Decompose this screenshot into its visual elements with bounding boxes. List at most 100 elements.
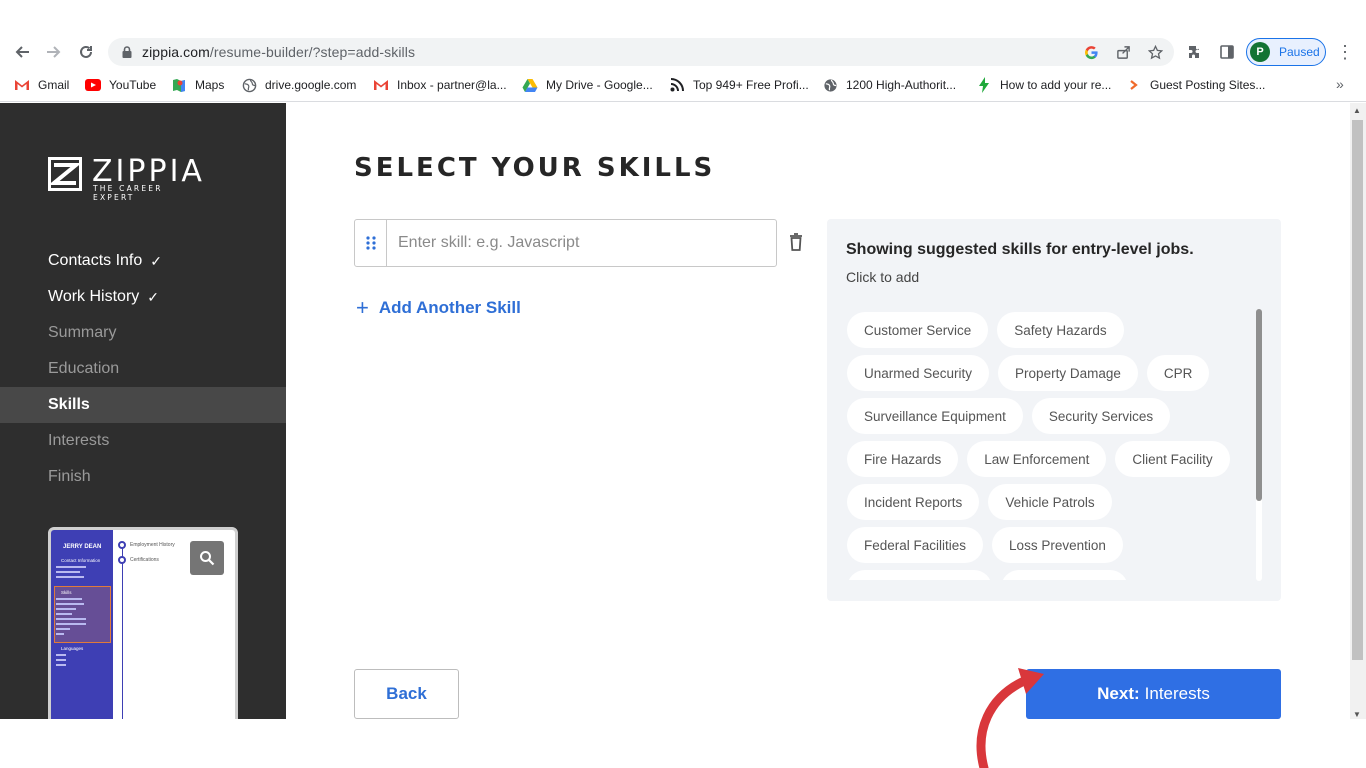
preview-line [56, 628, 70, 630]
skill-chip[interactable]: Fire Hazards [847, 441, 959, 477]
skill-chip[interactable]: Vehicle Patrols [988, 484, 1112, 520]
more-bookmarks-icon[interactable]: » [1336, 76, 1344, 92]
skill-chip[interactable]: Law Enforcement [967, 441, 1107, 477]
maps-icon [171, 77, 187, 93]
chip-row: Customer Service Safety Hazards [847, 312, 1257, 348]
skill-chip[interactable]: CPR [1146, 355, 1210, 391]
star-icon[interactable] [1146, 43, 1164, 61]
skill-input[interactable] [388, 220, 774, 266]
check-icon: ✓ [150, 252, 163, 269]
bookmark-maps[interactable]: Maps [171, 76, 224, 94]
bolt-icon [976, 77, 992, 93]
step-list: Contacts Info ✓ Work History ✓ Summary Edu… [0, 243, 286, 495]
step-education[interactable]: Education [0, 351, 286, 387]
google-icon[interactable] [1082, 43, 1100, 61]
resume-preview[interactable]: JERRY DEAN Contact Information Skills La… [48, 527, 238, 719]
bookmark-1200-high[interactable]: 1200 High-Authorit... [822, 76, 956, 94]
suggested-skills-panel: Showing suggested skills for entry-level… [827, 219, 1281, 601]
skill-chip-partial[interactable] [847, 570, 992, 580]
reload-icon[interactable] [74, 40, 98, 64]
skill-chip[interactable]: Safety Hazards [997, 312, 1124, 348]
trash-icon[interactable] [789, 233, 807, 253]
preview-line [56, 633, 64, 635]
page-scrollbar-thumb[interactable] [1352, 120, 1363, 660]
scroll-down-icon[interactable]: ▼ [1353, 710, 1361, 719]
side-panel-icon[interactable] [1216, 41, 1238, 63]
drive-icon [522, 77, 538, 93]
step-skills[interactable]: Skills [0, 387, 286, 423]
preview-line [56, 654, 66, 656]
bookmark-youtube[interactable]: YouTube [85, 76, 156, 94]
annotation-arrow-icon [976, 668, 1044, 768]
preview-timeline-dot [118, 556, 126, 564]
skill-chip[interactable]: Client Facility [1115, 441, 1230, 477]
scroll-up-icon[interactable]: ▲ [1353, 106, 1361, 115]
kebab-menu-icon[interactable]: ⋮ [1336, 41, 1354, 63]
back-button[interactable]: Back [354, 669, 459, 719]
step-summary[interactable]: Summary [0, 315, 286, 351]
profile-status: Paused [1279, 45, 1320, 59]
preview-line [56, 571, 80, 573]
zippia-logo[interactable]: ZIPPIA THE CAREER EXPERT [48, 154, 208, 202]
share-icon[interactable] [1114, 43, 1132, 61]
skill-chip[interactable]: Surveillance Equipment [847, 398, 1023, 434]
bookmark-gmail[interactable]: Gmail [14, 76, 69, 94]
skill-chip[interactable]: Security Services [1031, 398, 1171, 434]
skill-chip-partial[interactable] [1001, 570, 1128, 580]
skill-chip[interactable]: Property Damage [998, 355, 1138, 391]
lock-icon [122, 46, 132, 58]
preview-line [56, 603, 84, 605]
drag-handle-icon[interactable] [355, 220, 387, 266]
arrow-icon [1126, 77, 1142, 93]
preview-timeline [122, 544, 123, 719]
preview-line [56, 576, 84, 578]
add-another-skill-button[interactable]: + Add Another Skill [356, 297, 521, 319]
youtube-icon [85, 77, 101, 93]
extensions-icon[interactable] [1184, 41, 1206, 63]
gmail-icon [373, 77, 389, 93]
skill-chip[interactable]: Customer Service [847, 312, 989, 348]
preview-line [56, 598, 82, 600]
check-icon: ✓ [147, 288, 159, 305]
suggest-heading: Showing suggested skills for entry-level… [846, 241, 1194, 258]
bookmark-guest-posting[interactable]: Guest Posting Sites... [1126, 76, 1265, 94]
suggest-subtext: Click to add [846, 269, 920, 285]
chip-row: Unarmed Security Property Damage CPR [847, 355, 1257, 391]
bookmark-inbox[interactable]: Inbox - partner@la... [373, 76, 507, 94]
bookmark-top-949[interactable]: Top 949+ Free Profi... [669, 76, 809, 94]
step-finish[interactable]: Finish [0, 459, 286, 495]
step-work-history[interactable]: Work History ✓ [0, 279, 286, 315]
browser-chrome: zippia.com/resume-builder/?step=add-skil… [0, 0, 1366, 102]
skill-chip[interactable]: Federal Facilities [847, 527, 984, 563]
globe-icon [241, 77, 257, 93]
preview-timeline-dot [118, 541, 126, 549]
chip-row: Federal Facilities Loss Prevention [847, 527, 1257, 563]
main-panel: SELECT YOUR SKILLS + Add Another Skill S… [286, 103, 1350, 719]
preview-contact-heading: Contact Information [61, 558, 101, 563]
preview-zoom-button[interactable] [190, 541, 224, 575]
back-arrow-icon[interactable] [10, 40, 34, 64]
skill-chip-list: Customer Service Safety Hazards Unarmed … [847, 312, 1257, 580]
address-bar[interactable]: zippia.com/resume-builder/?step=add-skil… [108, 38, 1174, 66]
bookmark-how-to-add[interactable]: How to add your re... [976, 76, 1111, 94]
preview-employment-heading: Employment History [130, 542, 175, 548]
preview-certifications-heading: Certifications [130, 557, 159, 563]
bookmark-my-drive[interactable]: My Drive - Google... [522, 76, 653, 94]
bookmark-drive-site[interactable]: drive.google.com [241, 76, 356, 94]
preview-line [56, 608, 76, 610]
skill-chip[interactable]: Incident Reports [847, 484, 980, 520]
logo-mark-icon [48, 157, 82, 191]
preview-line [56, 664, 66, 666]
globe-icon [822, 77, 838, 93]
chip-scrollbar-thumb[interactable] [1256, 309, 1262, 501]
avatar: P [1250, 42, 1270, 62]
skill-entry-row [354, 219, 777, 267]
step-contacts-info[interactable]: Contacts Info ✓ [0, 243, 286, 279]
skill-chip[interactable]: Unarmed Security [847, 355, 990, 391]
forward-arrow-icon[interactable] [42, 40, 66, 64]
step-interests[interactable]: Interests [0, 423, 286, 459]
profile-button[interactable]: P Paused [1246, 38, 1326, 66]
skill-chip[interactable]: Loss Prevention [992, 527, 1123, 563]
chip-row-partial [847, 570, 1257, 580]
preview-left-column: JERRY DEAN Contact Information Skills La… [51, 530, 113, 719]
